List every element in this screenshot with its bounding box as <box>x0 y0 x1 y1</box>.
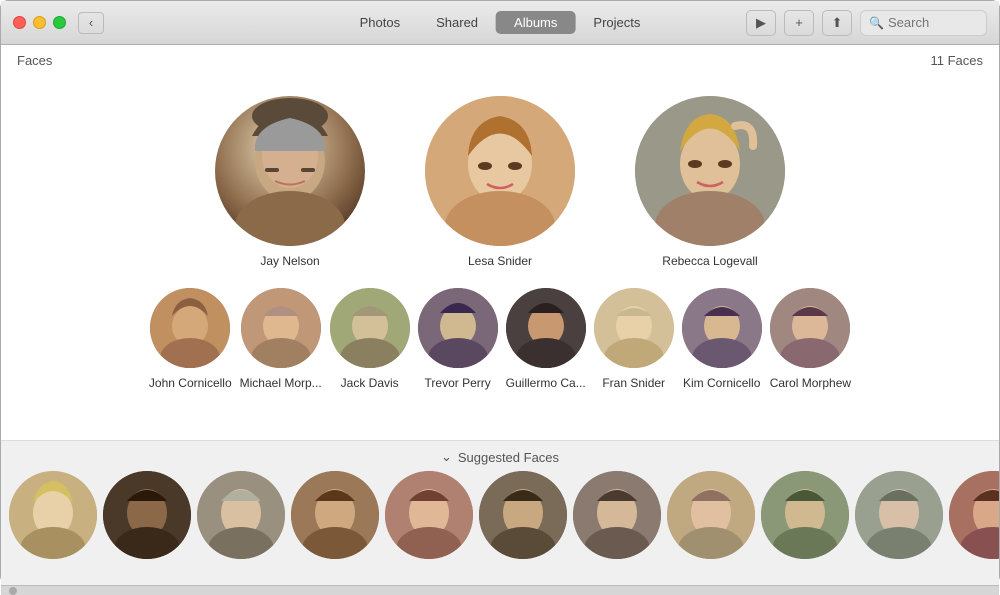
face-circle-rebecca <box>635 96 785 246</box>
faces-label: Faces <box>17 53 52 68</box>
featured-faces: Jay Nelson Lesa Snider <box>1 76 999 278</box>
suggested-face-11[interactable] <box>949 471 999 559</box>
face-item-trevor[interactable]: Trevor Perry <box>418 288 498 390</box>
face-name-guillermo: Guillermo Ca... <box>506 376 586 390</box>
suggested-face-1[interactable] <box>9 471 97 559</box>
titlebar: ‹ Photos Shared Albums Projects ▶ + ⬆ 🔍 <box>1 1 999 45</box>
suggested-face-4[interactable] <box>291 471 379 559</box>
face-circle-kim <box>682 288 762 368</box>
face-name-john: John Cornicello <box>149 376 232 390</box>
suggested-face-10[interactable] <box>855 471 943 559</box>
suggested-faces-row <box>1 471 999 559</box>
tab-photos[interactable]: Photos <box>342 11 418 34</box>
face-item-kim[interactable]: Kim Cornicello <box>682 288 762 390</box>
bottom-bar <box>1 585 999 595</box>
face-item-jay-nelson[interactable]: Jay Nelson <box>215 96 365 268</box>
play-button[interactable]: ▶ <box>746 10 776 36</box>
face-item-carol[interactable]: Carol Morphew <box>770 288 851 390</box>
close-button[interactable] <box>13 16 26 29</box>
tab-projects[interactable]: Projects <box>575 11 658 34</box>
face-name-jay: Jay Nelson <box>260 254 319 268</box>
face-name-kim: Kim Cornicello <box>683 376 760 390</box>
titlebar-right: ▶ + ⬆ 🔍 <box>746 10 987 36</box>
face-circle-trevor <box>418 288 498 368</box>
suggested-face-3[interactable] <box>197 471 285 559</box>
face-name-jack: Jack Davis <box>341 376 399 390</box>
suggested-face-7[interactable] <box>573 471 661 559</box>
face-item-john[interactable]: John Cornicello <box>149 288 232 390</box>
face-item-rebecca-logevall[interactable]: Rebecca Logevall <box>635 96 785 268</box>
faces-count: 11 Faces <box>930 53 983 68</box>
face-name-lesa: Lesa Snider <box>468 254 532 268</box>
face-circle-guillermo <box>506 288 586 368</box>
face-circle-michael <box>241 288 321 368</box>
maximize-button[interactable] <box>53 16 66 29</box>
chevron-icon: ⌄ <box>441 449 452 465</box>
face-item-michael[interactable]: Michael Morp... <box>240 288 322 390</box>
back-button[interactable]: ‹ <box>78 12 104 34</box>
suggested-face-6[interactable] <box>479 471 567 559</box>
face-item-guillermo[interactable]: Guillermo Ca... <box>506 288 586 390</box>
face-circle-jack <box>330 288 410 368</box>
face-circle-fran <box>594 288 674 368</box>
suggested-section: ⌄ Suggested Faces <box>1 440 999 585</box>
face-circle-lesa <box>425 96 575 246</box>
suggested-face-5[interactable] <box>385 471 473 559</box>
face-name-michael: Michael Morp... <box>240 376 322 390</box>
suggested-face-9[interactable] <box>761 471 849 559</box>
face-item-fran[interactable]: Fran Snider <box>594 288 674 390</box>
suggested-face-2[interactable] <box>103 471 191 559</box>
suggested-header[interactable]: ⌄ Suggested Faces <box>1 441 999 471</box>
face-name-rebecca: Rebecca Logevall <box>662 254 757 268</box>
search-input[interactable] <box>888 15 978 30</box>
minimize-button[interactable] <box>33 16 46 29</box>
face-name-fran: Fran Snider <box>602 376 665 390</box>
share-button[interactable]: ⬆ <box>822 10 852 36</box>
nav-tabs: Photos Shared Albums Projects <box>342 11 659 34</box>
scroll-indicator <box>9 587 17 595</box>
face-name-trevor: Trevor Perry <box>425 376 491 390</box>
face-item-jack[interactable]: Jack Davis <box>330 288 410 390</box>
face-circle-jay <box>215 96 365 246</box>
search-icon: 🔍 <box>869 16 884 30</box>
tab-shared[interactable]: Shared <box>418 11 496 34</box>
faces-header: Faces 11 Faces <box>1 45 999 76</box>
face-item-lesa-snider[interactable]: Lesa Snider <box>425 96 575 268</box>
suggested-face-8[interactable] <box>667 471 755 559</box>
content-area: Faces 11 Faces Jay Nelson <box>1 45 999 440</box>
suggested-label: Suggested Faces <box>458 450 559 465</box>
face-circle-john <box>150 288 230 368</box>
add-button[interactable]: + <box>784 10 814 36</box>
face-name-carol: Carol Morphew <box>770 376 851 390</box>
window-controls <box>13 16 66 29</box>
tab-albums[interactable]: Albums <box>496 11 575 34</box>
small-faces-row: John Cornicello Michael Morp... <box>1 278 999 400</box>
face-circle-carol <box>770 288 850 368</box>
search-box[interactable]: 🔍 <box>860 10 987 36</box>
